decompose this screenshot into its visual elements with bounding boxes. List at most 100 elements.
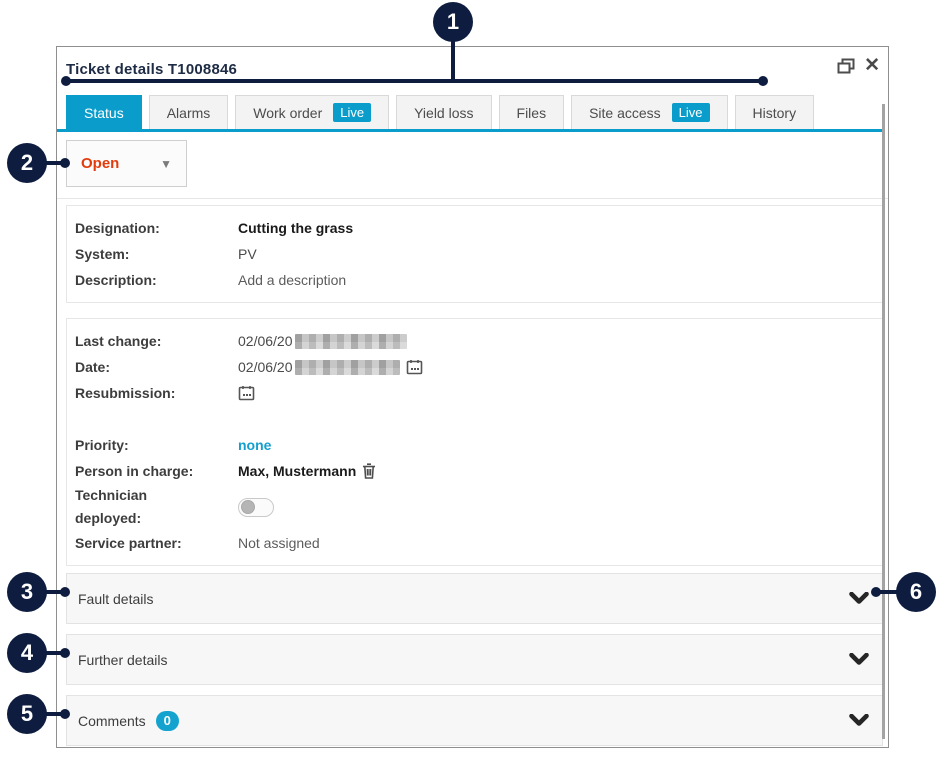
person-in-charge-row: Person in charge: Max, Mustermann (75, 458, 874, 484)
service-partner-label: Service partner: (75, 532, 238, 555)
service-partner-row: Service partner: Not assigned (75, 530, 874, 556)
tab-yield-loss[interactable]: Yield loss (396, 95, 491, 129)
last-change-date: 02/06/20 (238, 333, 293, 349)
comments-count-badge: 0 (156, 711, 179, 731)
chevron-down-icon[interactable] (849, 714, 869, 727)
further-details-label: Further details (78, 652, 167, 668)
dialog-title: Ticket details T1008846 (66, 61, 237, 78)
callout-6-dot (871, 587, 881, 597)
technician-deployed-label: Technician deployed: (75, 484, 238, 530)
callout-1-vline (451, 41, 455, 81)
dropdown-arrow-icon: ▼ (160, 157, 172, 171)
tab-history-label: History (753, 105, 797, 121)
resubmission-row: Resubmission: (75, 380, 874, 406)
service-partner-value: Not assigned (238, 535, 320, 551)
ticket-details-dialog: Ticket details T1008846 ✕ Status Alarms … (56, 46, 889, 748)
date-label: Date: (75, 356, 238, 379)
system-row: System: PV (75, 241, 874, 267)
designation-value: Cutting the grass (238, 220, 353, 236)
comments-panel[interactable]: Comments 0 (66, 695, 883, 746)
tab-alarms[interactable]: Alarms (149, 95, 229, 129)
section-divider (57, 198, 888, 199)
toggle-knob (241, 500, 255, 514)
callout-1-dot-right (758, 76, 768, 86)
person-name: Max, Mustermann (238, 463, 356, 479)
ticket-status-dropdown[interactable]: Open ▼ (66, 140, 187, 187)
tab-status-label: Status (84, 105, 124, 121)
tab-files[interactable]: Files (499, 95, 565, 129)
callout-6: 6 (896, 572, 936, 612)
date-text: 02/06/20 (238, 359, 293, 375)
tab-bar: Status Alarms Work order Live Yield loss… (57, 94, 888, 129)
person-in-charge-label: Person in charge: (75, 460, 238, 483)
chevron-down-icon[interactable] (849, 592, 869, 605)
further-details-panel[interactable]: Further details (66, 634, 883, 685)
callout-2-dot (60, 158, 70, 168)
resubmission-value (238, 385, 255, 401)
date-value: 02/06/20 (238, 359, 423, 375)
close-icon[interactable]: ✕ (864, 56, 880, 75)
tab-work-order-label: Work order (253, 105, 322, 121)
description-row: Description: Add a description (75, 267, 874, 293)
page: Ticket details T1008846 ✕ Status Alarms … (0, 0, 944, 776)
callout-3: 3 (7, 572, 47, 612)
callout-4-dot (60, 648, 70, 658)
live-badge: Live (333, 103, 371, 122)
trash-icon[interactable] (362, 463, 376, 479)
callout-1-hline (66, 79, 763, 83)
callout-6-line (878, 590, 898, 594)
dialog-header: Ticket details T1008846 ✕ (57, 47, 888, 94)
priority-label: Priority: (75, 434, 238, 457)
redacted-text (295, 334, 407, 349)
tab-history[interactable]: History (735, 95, 815, 129)
callout-2: 2 (7, 143, 47, 183)
window-controls: ✕ (837, 56, 880, 75)
live-badge: Live (672, 103, 710, 122)
tab-files-label: Files (517, 105, 547, 121)
system-label: System: (75, 243, 238, 266)
technician-deployed-toggle[interactable] (238, 498, 274, 517)
designation-fieldbox: Designation: Cutting the grass System: P… (66, 205, 883, 303)
tab-work-order[interactable]: Work order Live (235, 95, 389, 129)
tab-site-access-label: Site access (589, 105, 661, 121)
ticket-status-value: Open (81, 155, 119, 172)
status-tab-content: Open ▼ Designation: Cutting the grass Sy… (57, 132, 888, 746)
dates-assignment-fieldbox: Last change: 02/06/20 Date: 02/06/20 (66, 318, 883, 566)
restore-window-icon[interactable] (837, 58, 855, 74)
callout-4: 4 (7, 633, 47, 673)
vertical-scrollbar[interactable] (882, 104, 885, 739)
calendar-icon[interactable] (238, 385, 255, 401)
description-label: Description: (75, 269, 238, 292)
callout-5: 5 (7, 694, 47, 734)
priority-value-link[interactable]: none (238, 437, 271, 453)
comments-label-text: Comments (78, 713, 146, 729)
date-row: Date: 02/06/20 (75, 354, 874, 380)
callout-1: 1 (433, 2, 473, 42)
system-value: PV (238, 246, 257, 262)
resubmission-label: Resubmission: (75, 382, 238, 405)
fault-details-label: Fault details (78, 591, 153, 607)
callout-3-dot (60, 587, 70, 597)
designation-label: Designation: (75, 217, 238, 240)
calendar-icon[interactable] (406, 359, 423, 375)
person-in-charge-value: Max, Mustermann (238, 463, 376, 479)
last-change-row: Last change: 02/06/20 (75, 328, 874, 354)
redacted-text (295, 360, 400, 375)
comments-label: Comments 0 (78, 711, 179, 731)
last-change-value: 02/06/20 (238, 333, 407, 349)
tab-site-access[interactable]: Site access Live (571, 95, 727, 129)
technician-deployed-value (238, 498, 274, 517)
callout-5-dot (60, 709, 70, 719)
description-add-link[interactable]: Add a description (238, 272, 346, 288)
tab-alarms-label: Alarms (167, 105, 211, 121)
chevron-down-icon[interactable] (849, 653, 869, 666)
technician-deployed-row: Technician deployed: (75, 484, 874, 530)
callout-1-dot-left (61, 76, 71, 86)
row-spacer (75, 406, 874, 432)
designation-row: Designation: Cutting the grass (75, 215, 874, 241)
technician-deployed-label-text: Technician deployed: (75, 484, 170, 530)
fault-details-panel[interactable]: Fault details (66, 573, 883, 624)
tab-status[interactable]: Status (66, 95, 142, 129)
priority-row: Priority: none (75, 432, 874, 458)
tab-yield-loss-label: Yield loss (414, 105, 473, 121)
